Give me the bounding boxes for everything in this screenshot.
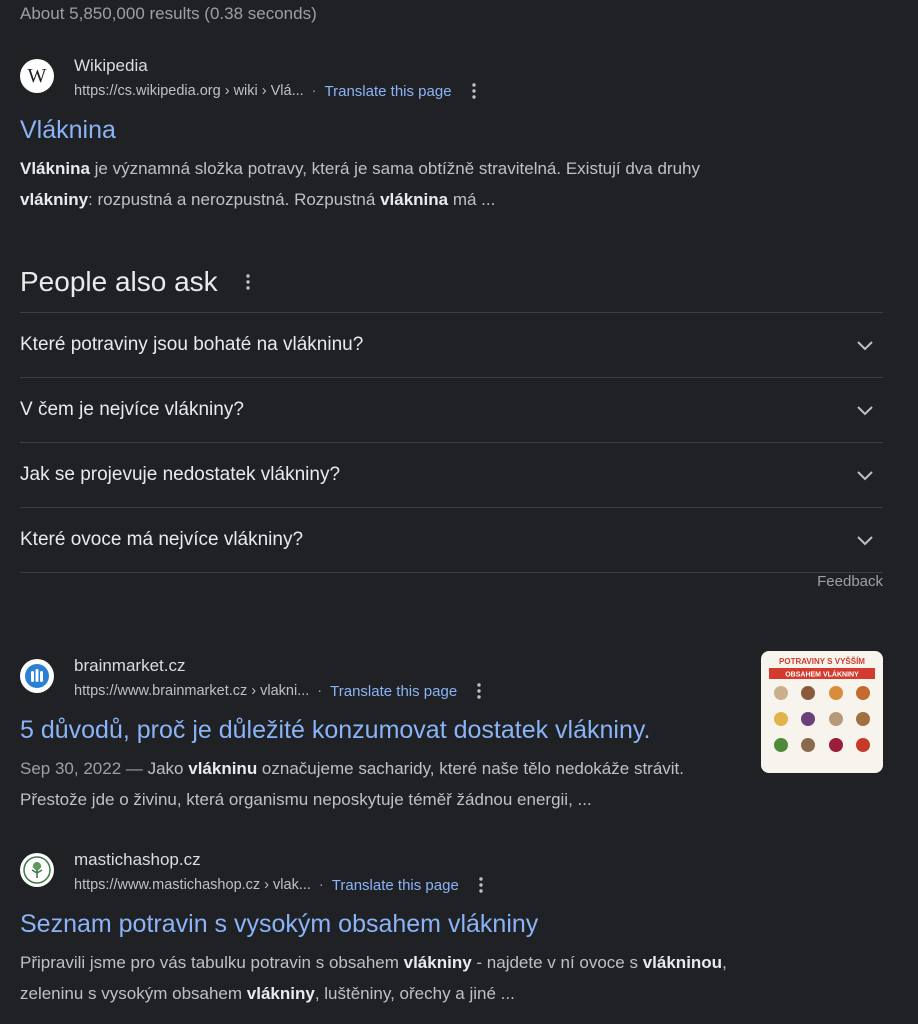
result-url: https://cs.wikipedia.org › wiki › Vlá...: [74, 83, 304, 99]
snippet-keyword: vlákniny: [20, 190, 89, 209]
paa-question[interactable]: V čem je nejvíce vlákniny?: [20, 377, 883, 442]
snippet-text: : rozpustná a nerozpustná. Rozpustná: [88, 190, 381, 209]
snippet-keyword: vlákninou: [642, 953, 723, 972]
snippet-text: má ...: [448, 190, 496, 209]
search-result-wikipedia: W Wikipedia https://cs.wikipedia.org › w…: [20, 55, 740, 215]
thumbnail-heading-1: POTRAVINY S VYŠŠÍM: [779, 657, 865, 666]
chevron-down-icon: [857, 341, 873, 351]
result-snippet: Sep 30, 2022 — Jako vlákninu označujeme …: [20, 753, 740, 815]
feedback-link[interactable]: Feedback: [817, 573, 883, 590]
search-result-mastichashop: mastichashop.cz https://www.mastichashop…: [20, 849, 740, 1009]
snippet-keyword: vlákninu: [188, 759, 258, 778]
result-snippet: Připravili jsme pro vás tabulku potravin…: [20, 947, 740, 1009]
result-date: Sep 30, 2022 —: [20, 759, 148, 778]
result-thumbnail[interactable]: POTRAVINY S VYŠŠÍM OBSAHEM VLÁKNINY: [761, 651, 883, 773]
chevron-down-icon: [857, 406, 873, 416]
site-name: brainmarket.cz: [74, 656, 186, 675]
result-source[interactable]: W Wikipedia https://cs.wikipedia.org › w…: [20, 55, 740, 101]
food-icons: [774, 686, 870, 752]
result-title-link[interactable]: 5 důvodů, proč je důležité konzumovat do…: [20, 715, 740, 745]
people-also-ask-list: Které potraviny jsou bohaté na vlákninu?…: [20, 312, 883, 573]
more-vert-icon[interactable]: [469, 681, 489, 701]
search-result-brainmarket: brainmarket.cz https://www.brainmarket.c…: [20, 655, 740, 815]
paa-question[interactable]: Které potraviny jsou bohaté na vlákninu?: [20, 312, 883, 377]
mastichashop-logo-icon: [20, 853, 54, 887]
result-url: https://www.mastichashop.cz › vlak...: [74, 877, 311, 893]
more-vert-icon[interactable]: [471, 875, 491, 895]
site-name: Wikipedia: [74, 56, 148, 75]
snippet-text: Připravili jsme pro vás tabulku potravin…: [20, 953, 404, 972]
paa-question[interactable]: Které ovoce má nejvíce vlákniny?: [20, 507, 883, 573]
site-name: mastichashop.cz: [74, 850, 201, 869]
snippet-text: je významná složka potravy, která je sam…: [89, 159, 700, 178]
wikipedia-logo-icon: W: [20, 59, 54, 93]
people-also-ask-heading: People also ask: [20, 266, 258, 298]
result-source[interactable]: mastichashop.cz https://www.mastichashop…: [20, 849, 740, 895]
snippet-keyword: Vláknina: [20, 159, 90, 178]
snippet-keyword: vlákniny: [246, 984, 315, 1003]
translate-link[interactable]: Translate this page: [332, 877, 459, 894]
snippet-keyword: vláknina: [380, 190, 449, 209]
result-stats: About 5,850,000 results (0.38 seconds): [20, 4, 317, 23]
brainmarket-logo-icon: [20, 659, 54, 693]
paa-question[interactable]: Jak se projevuje nedostatek vlákniny?: [20, 442, 883, 507]
snippet-text: , luštěniny, ořechy a jiné ...: [314, 984, 515, 1003]
snippet-text: - najdete v ní ovoce s: [471, 953, 643, 972]
translate-link[interactable]: Translate this page: [325, 83, 452, 100]
more-vert-icon[interactable]: [464, 81, 484, 101]
result-source[interactable]: brainmarket.cz https://www.brainmarket.c…: [20, 655, 740, 701]
chevron-down-icon: [857, 536, 873, 546]
result-snippet: Vláknina je významná složka potravy, kte…: [20, 153, 740, 215]
result-url: https://www.brainmarket.cz › vlakni...: [74, 683, 310, 699]
chevron-down-icon: [857, 471, 873, 481]
more-vert-icon[interactable]: [238, 272, 258, 292]
result-title-link[interactable]: Vláknina: [20, 115, 740, 145]
result-title-link[interactable]: Seznam potravin s vysokým obsahem vlákni…: [20, 909, 740, 939]
thumbnail-heading-2: OBSAHEM VLÁKNINY: [785, 670, 859, 679]
translate-link[interactable]: Translate this page: [330, 683, 457, 700]
snippet-keyword: vlákniny: [403, 953, 472, 972]
snippet-text: Jako: [147, 759, 189, 778]
